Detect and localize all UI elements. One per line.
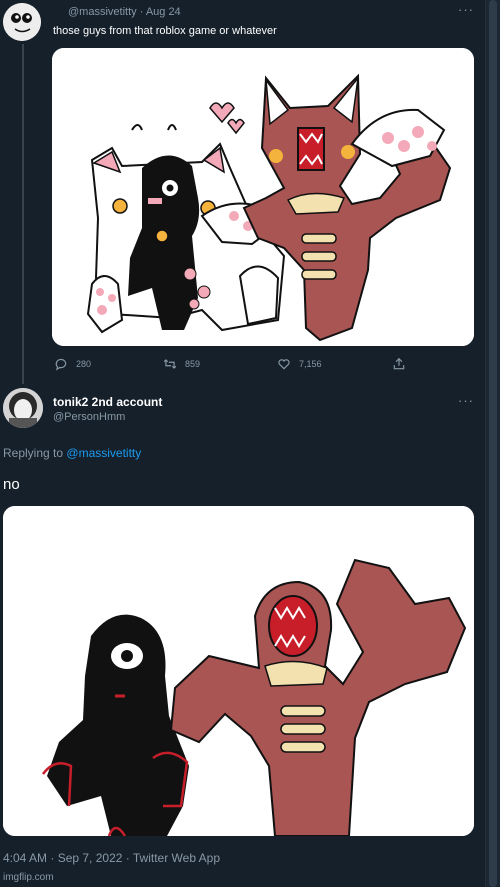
reply-action[interactable]: 280 xyxy=(54,357,91,371)
like-icon xyxy=(278,359,290,370)
retweet-icon xyxy=(163,359,177,369)
scrollbar-thumb[interactable] xyxy=(489,0,497,887)
reply-count: 280 xyxy=(76,359,92,369)
tweet1-date[interactable]: Aug 24 xyxy=(146,6,181,18)
tweet2-media-drawing[interactable] xyxy=(3,506,474,836)
replying-to-label: Replying to xyxy=(3,446,64,460)
avatar-face-icon xyxy=(3,3,41,41)
tweet2-timestamp[interactable]: 4:04 AM · Sep 7, 2022 · Twitter Web App xyxy=(3,851,220,865)
tweet1-more-icon[interactable]: ··· xyxy=(458,2,474,17)
tweet2-more-icon[interactable]: ··· xyxy=(458,393,474,408)
cat-characters-drawing xyxy=(52,48,474,346)
imgflip-watermark: imgflip.com xyxy=(3,872,54,883)
avatar-portrait-icon xyxy=(3,388,43,428)
share-action[interactable] xyxy=(392,357,406,371)
avatar-massivetitty[interactable] xyxy=(3,3,41,41)
replying-to-link[interactable]: @massivetitty xyxy=(66,446,141,460)
tweet2-text: no xyxy=(3,476,20,493)
replying-to-line: Replying to @massivetitty xyxy=(3,446,141,460)
tweet1-text: those guys from that roblox game or what… xyxy=(53,25,277,37)
tweet1-meta: @massivetitty · Aug 24 xyxy=(68,6,181,18)
thread-connector-line xyxy=(22,44,24,384)
retweet-count: 859 xyxy=(185,359,201,369)
retweet-action[interactable]: 859 xyxy=(163,357,200,371)
scrollbar[interactable] xyxy=(485,0,500,887)
avatar-personhmm[interactable] xyxy=(3,388,43,428)
monster-characters-drawing xyxy=(3,506,474,836)
reply-icon xyxy=(55,358,67,371)
share-icon xyxy=(393,357,405,370)
tweet1-handle[interactable]: @massivetitty xyxy=(68,6,137,18)
meta-separator: · xyxy=(139,6,144,18)
like-count: 7,156 xyxy=(299,359,322,369)
tweet2-handle[interactable]: @PersonHmm xyxy=(53,411,125,423)
tweet2-display-name[interactable]: tonik2 2nd account xyxy=(53,395,162,409)
like-action[interactable]: 7,156 xyxy=(277,357,322,371)
tweet1-media-drawing[interactable] xyxy=(52,48,474,346)
